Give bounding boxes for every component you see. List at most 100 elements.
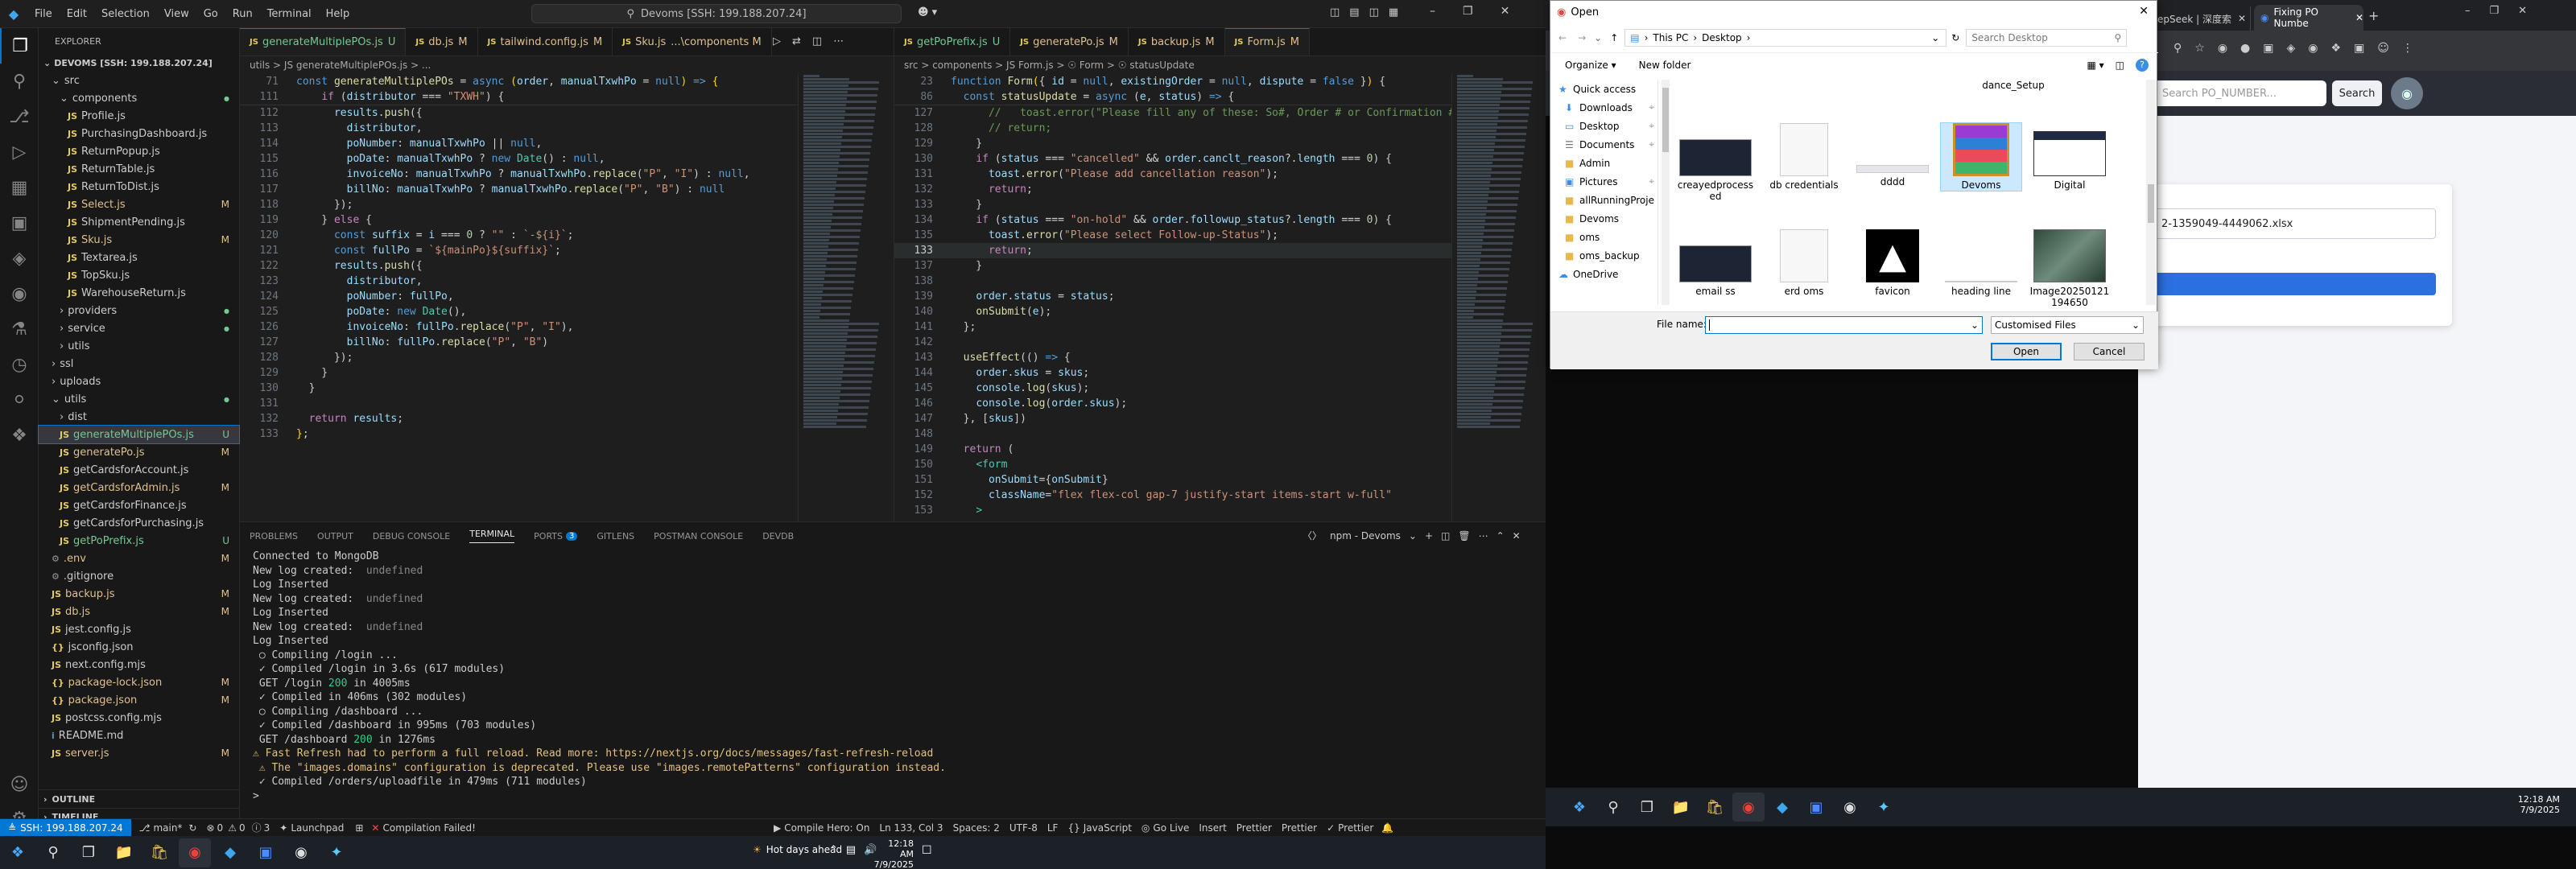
tree-item[interactable]: JS getCardsforAdmin.js M xyxy=(39,479,239,496)
panel-tab-gitlens[interactable]: GITLENS xyxy=(597,531,634,542)
close-icon[interactable]: ✕ xyxy=(1501,5,1510,18)
bell-icon[interactable]: 🔔 xyxy=(1381,822,1393,834)
upload-file-field[interactable]: 2-1359049-4449062.xlsx xyxy=(2154,208,2436,239)
code-line[interactable]: 135 toast.error("Please select Follow-up… xyxy=(894,228,1546,243)
zoom-icon[interactable]: ⚲ xyxy=(2174,42,2182,55)
chrome-icon[interactable]: ◉ xyxy=(1732,793,1765,822)
menu-item-edit[interactable]: Edit xyxy=(67,8,87,20)
code-line[interactable]: 151 onSubmit={onSubmit} xyxy=(894,472,1546,488)
git-branch[interactable]: main* xyxy=(153,822,182,834)
chevron-down-icon[interactable]: ⌄ xyxy=(1594,32,1602,43)
code-line[interactable]: 140 onSubmit(e); xyxy=(894,304,1546,319)
tree-item[interactable]: JS db.js M xyxy=(39,603,239,620)
code-line[interactable]: 133 return; xyxy=(894,243,1546,258)
code-line[interactable]: 120 const suffix = i === 0 ? "" : `-${i}… xyxy=(240,228,894,243)
nav-item[interactable]: ☁ OneDrive xyxy=(1554,265,1657,283)
new-tab-icon[interactable]: + xyxy=(2368,8,2379,23)
maximize-panel-icon[interactable]: ⌃ xyxy=(1496,530,1505,542)
file-item[interactable]: Devoms xyxy=(1940,122,2022,192)
editor-tab[interactable]: JS tailwind.config.js M xyxy=(478,28,613,56)
code-line[interactable]: 124 poNumber: fullPo, xyxy=(240,289,894,304)
code-line[interactable]: 150 <form xyxy=(894,457,1546,472)
tree-item[interactable]: i README.md xyxy=(39,727,239,744)
code-line[interactable]: 142 xyxy=(894,335,1546,350)
code-line[interactable]: 130 if (status === "cancelled" && order.… xyxy=(894,151,1546,167)
cursor-position[interactable]: Ln 133, Col 3 xyxy=(879,822,943,834)
prettier-status[interactable]: Prettier xyxy=(1282,822,1317,834)
copilot-chat-icon[interactable]: ◉ xyxy=(0,276,39,311)
indent[interactable]: Spaces: 2 xyxy=(953,822,1000,834)
outline-section[interactable]: › OUTLINE xyxy=(39,790,240,808)
view-options-icon[interactable]: ▦ ▾ xyxy=(2087,60,2103,71)
extension-icon[interactable]: ● xyxy=(2240,42,2250,55)
avatar[interactable]: ◉ xyxy=(2391,77,2423,109)
profile-icon[interactable]: ☺ xyxy=(2377,42,2389,55)
file-item[interactable]: dance_Setup xyxy=(1973,76,2054,91)
chevron-down-icon[interactable]: ⌄ xyxy=(1409,530,1417,542)
code-line[interactable]: 132 return results; xyxy=(240,411,894,426)
tree-item[interactable]: JS backup.js M xyxy=(39,585,239,603)
app-icon[interactable]: ✦ xyxy=(1868,793,1900,822)
file-explorer-icon[interactable]: 📁 xyxy=(108,838,140,867)
info-count[interactable]: 3 xyxy=(264,822,270,834)
code-line[interactable]: 129 } xyxy=(894,136,1546,151)
help-icon[interactable]: ? xyxy=(2136,58,2149,72)
tree-item[interactable]: JS getPoPrefix.js U xyxy=(39,532,239,550)
search-icon[interactable]: ⚲ xyxy=(37,838,69,867)
vscode-icon[interactable]: ◆ xyxy=(1766,793,1798,822)
prettier-status[interactable]: Prettier xyxy=(1236,822,1272,834)
tree-item[interactable]: ⚙ .gitignore xyxy=(39,567,239,585)
extension-icon[interactable]: ▣ xyxy=(2263,42,2273,55)
network-icon[interactable]: ▤ xyxy=(846,844,856,856)
copilot-icon[interactable]: ☻ ▾ xyxy=(918,6,937,19)
chevron-down-icon[interactable]: ⌄ xyxy=(1971,319,1979,331)
code-line[interactable]: 23 function Form({ id = null, existingOrd… xyxy=(894,74,1546,89)
code-line[interactable]: 119 } else { xyxy=(240,212,894,228)
timeline-icon[interactable]: ◷ xyxy=(0,347,39,382)
layout-toggle-panel-icon[interactable]: ▤ xyxy=(1349,6,1359,19)
code-line[interactable]: 111 if (distributor === "TXWH") { xyxy=(240,89,894,105)
file-item[interactable]: Image20250121194650 xyxy=(2029,229,2110,308)
file-item[interactable]: creayedprocessed xyxy=(1675,123,1756,202)
filename-input[interactable]: ⌄ xyxy=(1705,316,1983,334)
panel-tab-devdb[interactable]: DEVDB xyxy=(762,531,794,542)
workspace-root[interactable]: ⌄ DEVOMS [SSH: 199.188.207.24] xyxy=(39,54,239,72)
tree-item[interactable]: {} package.json M xyxy=(39,691,239,709)
file-item[interactable]: ▲ favicon xyxy=(1852,229,1933,297)
menu-item-go[interactable]: Go xyxy=(204,8,218,20)
tree-item[interactable]: JS Sku.js M xyxy=(39,231,239,249)
tree-item[interactable]: JS PurchasingDashboard.js xyxy=(39,125,239,142)
code-line[interactable]: 118 }); xyxy=(240,197,894,212)
tree-item[interactable]: JS getCardsforAccount.js xyxy=(39,461,239,479)
minimize-icon[interactable]: – xyxy=(1430,5,1435,18)
file-item[interactable]: dddd xyxy=(1852,123,1933,187)
minimap-right[interactable] xyxy=(1451,74,1546,521)
tree-item[interactable]: JS Profile.js xyxy=(39,107,239,125)
new-folder-button[interactable]: New folder xyxy=(1639,60,1691,71)
tree-item[interactable]: JS ReturnPopup.js xyxy=(39,142,239,160)
code-line[interactable]: 121 const fullPo = `${mainPo}${suffix}`; xyxy=(240,243,894,258)
code-line[interactable]: 125 poDate: new Date(), xyxy=(240,304,894,319)
editor-tab[interactable]: JS backup.js M xyxy=(1129,28,1225,56)
code-line[interactable]: 116 invoiceNo: manualTxwhPo ? manualTxwh… xyxy=(240,167,894,182)
organize-button[interactable]: Organize ▾ xyxy=(1565,60,1616,71)
menu-item-terminal[interactable]: Terminal xyxy=(267,8,312,20)
clock-time[interactable]: 12:18 AM xyxy=(873,838,914,859)
remote-explorer-icon[interactable]: ▣ xyxy=(0,205,39,241)
tree-item[interactable]: ⌄ src xyxy=(39,72,239,89)
vscode-icon[interactable]: ◆ xyxy=(214,838,246,867)
close-icon[interactable]: ✕ xyxy=(2518,5,2527,17)
tree-item[interactable]: › dist xyxy=(39,408,239,426)
tree-item[interactable]: › service ● xyxy=(39,319,239,337)
terminal-output[interactable]: Connected to MongoDB New log created: und… xyxy=(240,550,1546,803)
code-line[interactable]: 128 // return; xyxy=(894,121,1546,136)
windows-start-icon[interactable]: ❖ xyxy=(1563,793,1596,822)
search-button[interactable]: Search xyxy=(2332,80,2382,106)
restore-icon[interactable]: ❐ xyxy=(1463,5,1473,18)
preview-pane-icon[interactable]: ◫ xyxy=(2116,60,2124,71)
code-line[interactable]: 129 } xyxy=(240,365,894,381)
tree-item[interactable]: JS getCardsforFinance.js xyxy=(39,496,239,514)
forward-arrow-icon[interactable]: → xyxy=(1578,32,1586,43)
code-line[interactable]: 123 distributor, xyxy=(240,274,894,289)
app-icon[interactable]: ◉ xyxy=(285,838,317,867)
